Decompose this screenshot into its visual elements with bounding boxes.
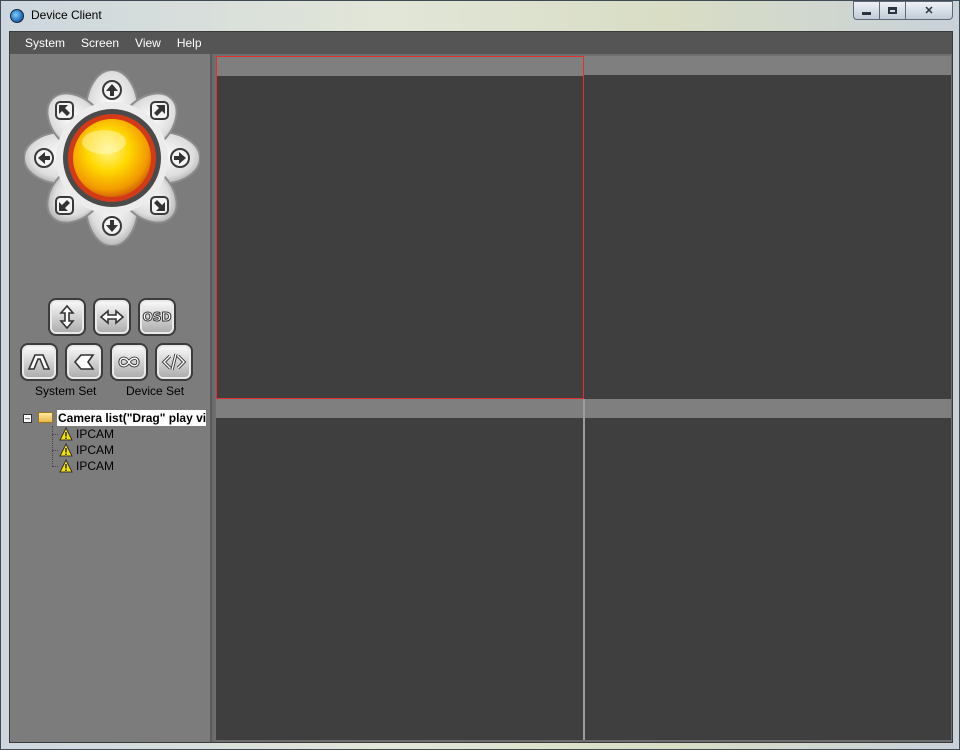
code-button[interactable] [155,343,193,381]
folder-open-icon [38,412,53,423]
code-icon [161,353,187,371]
camera-item-label: IPCAM [76,459,115,473]
osd-button[interactable]: OSD [138,298,176,336]
grid-divider [583,399,585,740]
flip-icon [27,354,51,370]
device-set-link[interactable]: Device Set [126,384,184,398]
infinity-icon [118,356,140,368]
flip-button[interactable] [20,343,58,381]
camera-list-label[interactable]: Camera list("Drag" play vi [57,410,206,426]
app-window: Device Client ✕ System Screen View Help [0,0,960,750]
warning-camera-icon [59,459,73,473]
control-row-1: OSD [48,298,176,336]
video-grid [214,54,952,742]
menu-bar: System Screen View Help [10,32,952,54]
video-cell-4[interactable] [584,399,951,740]
horizontal-scan-button[interactable] [93,298,131,336]
window-title: Device Client [31,8,102,22]
video-cell-3[interactable] [216,399,584,740]
osd-label: OSD [142,310,172,325]
camera-item-label: IPCAM [76,443,115,457]
window-controls: ✕ [853,1,953,22]
warning-camera-icon [59,427,73,441]
video-cell-header [217,57,583,76]
ptz-center-button[interactable] [73,119,151,197]
horizontal-arrows-icon [99,309,125,325]
menu-view[interactable]: View [128,32,168,54]
mirror-icon [73,354,95,370]
collapse-icon[interactable]: – [23,414,32,423]
camera-tree: – Camera list("Drag" play vi IPCAM IPCAM… [20,410,210,474]
close-button[interactable]: ✕ [906,1,953,20]
left-panel: OSD System Set Device Set – Camera list(… [10,54,212,742]
menu-screen[interactable]: Screen [74,32,126,54]
minimize-button[interactable] [853,1,880,20]
maximize-button[interactable] [880,1,906,20]
video-cell-header [216,399,584,418]
cruise-button[interactable] [110,343,148,381]
client-area: System Screen View Help OSD System Set D… [9,31,953,743]
title-bar[interactable]: Device Client ✕ [1,1,959,31]
control-row-2 [20,343,193,381]
camera-item[interactable]: IPCAM [52,426,210,442]
camera-item[interactable]: IPCAM [52,442,210,458]
video-cell-2[interactable] [584,56,951,399]
ptz-control[interactable] [24,70,200,246]
video-cell-header [584,56,951,75]
camera-item[interactable]: IPCAM [52,458,210,474]
camera-list-root[interactable]: – Camera list("Drag" play vi [20,410,210,426]
camera-item-label: IPCAM [76,427,115,441]
minimize-icon [862,12,871,15]
menu-help[interactable]: Help [170,32,209,54]
mirror-button[interactable] [65,343,103,381]
menu-system[interactable]: System [18,32,72,54]
app-icon [10,9,24,23]
ptz-highlight [82,130,126,154]
video-cell-header [584,399,951,418]
tree-connector [52,426,54,466]
system-set-link[interactable]: System Set [35,384,96,398]
vertical-scan-button[interactable] [48,298,86,336]
video-cell-1[interactable] [216,56,584,399]
maximize-icon [888,7,897,14]
close-icon: ✕ [924,5,934,17]
vertical-arrows-icon [59,304,75,330]
warning-camera-icon [59,443,73,457]
